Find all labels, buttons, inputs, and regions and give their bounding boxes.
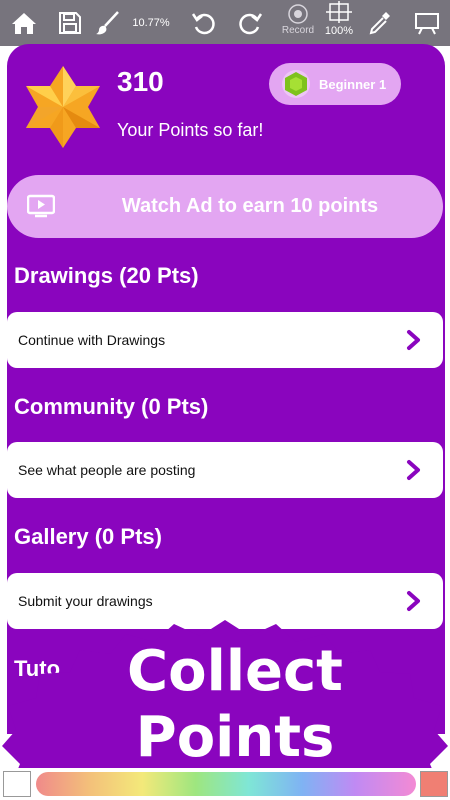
section-title-community: Community (0 Pts): [14, 394, 209, 419]
zoom-percent-right: 100%: [324, 25, 354, 37]
card-label: Submit your drawings: [18, 593, 153, 609]
card-label: Continue with Drawings: [18, 332, 166, 348]
community-card[interactable]: See what people are posting: [7, 442, 443, 498]
redo-icon: [239, 13, 263, 35]
save-icon: [59, 12, 81, 34]
gem-icon: [282, 70, 310, 98]
white-color-swatch[interactable]: [3, 771, 31, 797]
overlay-line-1: Collect: [127, 639, 343, 704]
easel-icon: [415, 13, 439, 35]
selected-color-swatch[interactable]: [420, 771, 448, 797]
save-button[interactable]: [55, 0, 85, 46]
card-label: See what people are posting: [18, 462, 196, 478]
points-value: 310: [117, 66, 164, 97]
fit-canvas-icon: [326, 1, 352, 23]
star-icon: [26, 66, 100, 148]
zoom-readout-left: 10.77%: [128, 0, 174, 46]
fit-canvas-button[interactable]: 100%: [320, 0, 358, 46]
chevron-right-icon: [407, 591, 420, 611]
continue-drawings-card[interactable]: Continue with Drawings: [7, 312, 443, 368]
top-toolbar: 10.77% Record 100%: [0, 0, 450, 46]
record-icon: [288, 4, 308, 24]
undo-icon: [191, 13, 215, 35]
redo-button[interactable]: [236, 0, 264, 46]
chevron-right-icon: [407, 330, 420, 350]
color-spectrum-slider[interactable]: [36, 772, 416, 796]
brush-button[interactable]: [92, 0, 122, 46]
tv-play-icon: [27, 194, 55, 218]
easel-button[interactable]: [412, 0, 442, 46]
section-title-gallery: Gallery (0 Pts): [14, 524, 162, 549]
level-label: Beginner 1: [319, 76, 387, 92]
record-button[interactable]: Record: [277, 0, 319, 46]
zoom-percent-left: 10.77%: [132, 17, 170, 29]
watch-ad-button[interactable]: Watch Ad to earn 10 points: [7, 175, 443, 238]
brush-icon: [96, 11, 119, 35]
home-icon: [12, 13, 36, 34]
points-caption: Your Points so far!: [117, 120, 264, 140]
record-label: Record: [281, 25, 315, 36]
chevron-right-icon: [407, 460, 420, 480]
undo-button[interactable]: [190, 0, 218, 46]
level-badge[interactable]: Beginner 1: [269, 63, 401, 105]
watch-ad-label: Watch Ad to earn 10 points: [121, 195, 379, 217]
eyedropper-button[interactable]: [366, 0, 394, 46]
eyedropper-icon: [369, 12, 390, 35]
overlay-line-2: Points: [135, 705, 335, 770]
section-title-drawings: Drawings (20 Pts): [14, 263, 199, 288]
home-button[interactable]: [8, 0, 40, 46]
